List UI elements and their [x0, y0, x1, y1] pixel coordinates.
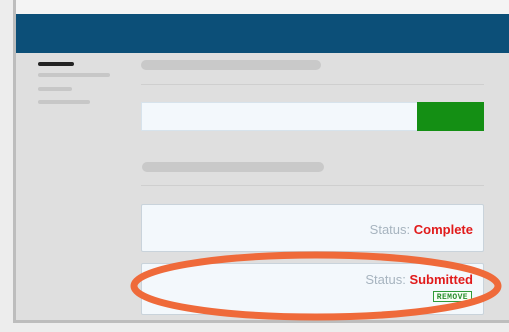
status-card-submitted: Status: Submitted REMOVE [141, 263, 484, 315]
app-window: Status: Complete Status: Submitted REMOV… [13, 0, 509, 323]
status-card-complete: Status: Complete [141, 204, 484, 252]
content-placeholder-section [142, 162, 324, 172]
text-input[interactable] [142, 103, 418, 130]
status-line: Status: Submitted [365, 272, 473, 288]
section-divider-bottom [141, 185, 484, 186]
status-label: Status: [369, 222, 411, 237]
sidebar-item-4[interactable] [38, 100, 90, 104]
content-placeholder-title [141, 60, 321, 70]
sidebar [38, 62, 118, 122]
window-top-strip [16, 0, 509, 14]
sidebar-item-3[interactable] [38, 87, 72, 91]
sidebar-item-2[interactable] [38, 73, 110, 77]
section-divider-top [141, 84, 484, 85]
input-row [141, 102, 484, 131]
remove-button[interactable]: REMOVE [432, 291, 472, 302]
green-action-button[interactable] [417, 102, 484, 131]
status-line: Status: Complete [370, 222, 473, 238]
page: Status: Complete Status: Submitted REMOV… [0, 0, 509, 332]
sidebar-item-active[interactable] [38, 62, 74, 66]
status-label: Status: [365, 272, 406, 287]
header-bar [16, 14, 509, 53]
status-value: Complete [413, 222, 473, 237]
main-content: Status: Complete Status: Submitted REMOV… [141, 53, 484, 320]
status-value: Submitted [409, 272, 473, 287]
